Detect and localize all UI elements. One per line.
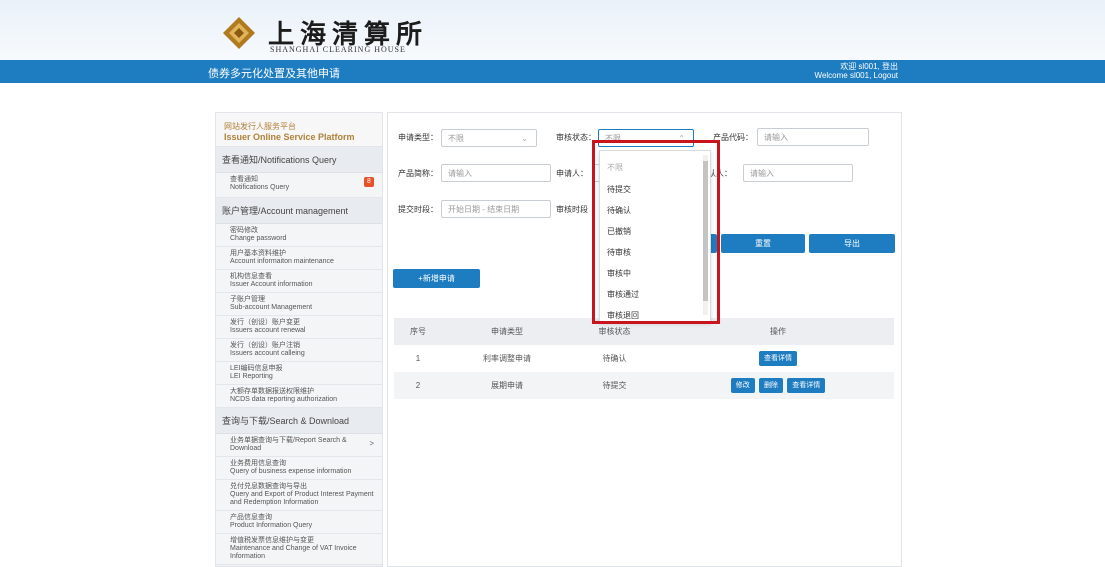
platform-title: 网站发行人服务平台 Issuer Online Service Platform xyxy=(216,113,382,147)
chevron-down-icon: ⌄ xyxy=(521,134,528,143)
col-header-no: 序号 xyxy=(410,327,426,336)
view-details-button[interactable]: 查看详情 xyxy=(787,378,826,394)
apply-table: 序号 申请类型 审核状态 操作 1 利率调整申请 待确认 查看详情 2 展期申请… xyxy=(394,318,894,399)
sidebar: 网站发行人服务平台 Issuer Online Service Platform… xyxy=(215,112,383,567)
sidebar-item-account-cancel[interactable]: 发行（创设）账户注销 Issuers account calleing xyxy=(216,339,382,362)
item-label-cn: 业务单据查询与下载/Report Search & xyxy=(230,437,347,444)
section-notifications[interactable]: 查看通知/Notifications Query xyxy=(216,147,382,173)
cell-no: 1 xyxy=(415,354,421,363)
item-label-en: Download xyxy=(230,445,262,452)
apply-type-label: 申请类型： xyxy=(398,133,438,142)
reset-button[interactable]: 重置 xyxy=(721,234,805,253)
delete-button[interactable]: 删除 xyxy=(759,378,783,394)
sidebar-item-expense-query[interactable]: 业务费用信息查询 Query of business expense infor… xyxy=(216,457,382,480)
applicant-label: 申请人： xyxy=(556,169,588,178)
item-label-en: Issuers account renewal xyxy=(230,327,306,334)
item-label-cn: LEI编码信息申报 xyxy=(230,365,283,372)
apply-type-value: 不限 xyxy=(448,134,464,143)
item-label-cn: 查看通知 xyxy=(230,176,258,183)
col-header-type: 申请类型 xyxy=(491,327,523,336)
diamond-logo-icon xyxy=(223,17,255,49)
item-label-en: Issuer Account information xyxy=(230,281,313,288)
item-label-cn: 产品信息查询 xyxy=(230,514,272,521)
section-search-download[interactable]: 查询与下载/Search & Download xyxy=(216,408,382,434)
item-label-cn: 机构信息查看 xyxy=(230,273,272,280)
submit-time-label: 提交时段： xyxy=(398,205,438,214)
product-short-input[interactable]: 请输入 xyxy=(441,164,551,182)
item-label-en: Query of business expense information xyxy=(230,468,352,475)
cell-status: 待确认 xyxy=(602,354,627,363)
item-label-cn: 用户基本资料维护 xyxy=(230,250,286,257)
item-label-cn: 发行（创设）账户变更 xyxy=(230,319,300,326)
cell-type: 展期申请 xyxy=(491,381,523,390)
edit-button[interactable]: 修改 xyxy=(730,378,755,394)
review-status-label: 审核状态： xyxy=(556,133,596,142)
sidebar-item-interest-export[interactable]: 兑付兑息数据查询与导出 Query and Export of Product … xyxy=(216,480,382,511)
product-short-label: 产品简称： xyxy=(398,169,438,178)
item-label-en: Issuers account calleing xyxy=(230,350,305,357)
item-label-cn: 密码修改 xyxy=(230,227,258,234)
apply-type-select[interactable]: 不限 ⌄ xyxy=(441,129,537,147)
item-label-en: Query and Export of Product Interest Pay… xyxy=(230,491,374,506)
item-label-en: Product Information Query xyxy=(230,522,313,529)
item-label-en: Account informaiton maintenance xyxy=(230,258,334,265)
item-label-cn: 子账户管理 xyxy=(230,296,265,303)
cell-no: 2 xyxy=(415,381,421,390)
item-label-cn: 大额存单数据报送权限维护 xyxy=(230,388,314,395)
product-code-input[interactable]: 请输入 xyxy=(757,128,869,146)
item-label-en: Notifications Query xyxy=(230,184,290,191)
chevron-right-icon: > xyxy=(369,439,374,448)
sidebar-item-ncds-auth[interactable]: 大额存单数据报送权限维护 NCDS data reporting authori… xyxy=(216,385,382,408)
user-info[interactable]: 欢迎 sl001, 登出 Welcome sl001, Logout xyxy=(815,62,898,80)
header-banner: 上海清算所 SHANGHAI CLEARING HOUSE xyxy=(0,0,1105,60)
item-label-cn: 增值税发票信息维护与变更 xyxy=(230,537,314,544)
sidebar-item-issuer-info[interactable]: 机构信息查看 Issuer Account information xyxy=(216,270,382,293)
sidebar-item-sub-account[interactable]: 子账户管理 Sub-account Management xyxy=(216,293,382,316)
view-details-button[interactable]: 查看详情 xyxy=(759,351,797,367)
review-time-label: 审核时段 xyxy=(556,205,588,214)
item-label-cn: 兑付兑息数据查询与导出 xyxy=(230,483,307,490)
logo-english-text: SHANGHAI CLEARING HOUSE xyxy=(270,45,406,54)
unread-count-badge: 8 xyxy=(364,177,374,187)
sidebar-item-notifications[interactable]: 查看通知 Notifications Query 8 xyxy=(216,173,382,198)
item-label-en: NCDS data reporting authorization xyxy=(230,396,338,403)
item-label-cn: 业务费用信息查询 xyxy=(230,460,286,467)
section-account[interactable]: 账户管理/Account management xyxy=(216,198,382,224)
cell-status: 待提交 xyxy=(602,381,627,390)
item-label-en: Maintenance and Change of VAT Invoice In… xyxy=(230,545,357,560)
sidebar-item-product-query[interactable]: 产品信息查询 Product Information Query xyxy=(216,511,382,534)
table-row: 1 利率调整申请 待确认 查看详情 xyxy=(394,345,894,372)
new-apply-button[interactable]: +新增申请 xyxy=(393,269,480,288)
welcome-cn[interactable]: 欢迎 sl001, 登出 xyxy=(815,62,898,71)
item-label-en: Change password xyxy=(230,235,287,242)
cell-type: 利率调整申请 xyxy=(483,354,531,363)
cell-actions: 修改 删除 查看详情 xyxy=(662,372,894,399)
submit-time-range-input[interactable]: 开始日期 - 结束日期 xyxy=(441,200,551,218)
sidebar-item-account-info[interactable]: 用户基本资料维护 Account informaiton maintenance xyxy=(216,247,382,270)
export-button[interactable]: 导出 xyxy=(809,234,895,253)
item-label-cn: 发行（创设）账户注销 xyxy=(230,342,300,349)
table-row: 2 展期申请 待提交 修改 删除 查看详情 xyxy=(394,372,894,399)
highlight-box xyxy=(592,140,720,324)
sidebar-item-report-search[interactable]: 业务单据查询与下载/Report Search & Download > xyxy=(216,434,382,457)
sidebar-item-vat-invoice[interactable]: 增值税发票信息维护与变更 Maintenance and Change of V… xyxy=(216,534,382,565)
title-bar: 债券多元化处置及其他申请 欢迎 sl001, 登出 Welcome sl001,… xyxy=(0,60,1105,83)
platform-title-cn: 网站发行人服务平台 xyxy=(224,122,296,131)
platform-title-en: Issuer Online Service Platform xyxy=(224,132,355,142)
welcome-en[interactable]: Welcome sl001, Logout xyxy=(815,71,898,80)
sidebar-item-change-password[interactable]: 密码修改 Change password xyxy=(216,224,382,247)
item-label-en: Sub-account Management xyxy=(230,304,313,311)
sidebar-item-lei-reporting[interactable]: LEI编码信息申报 LEI Reporting xyxy=(216,362,382,385)
page-title: 债券多元化处置及其他申请 xyxy=(208,68,340,80)
item-label-en: LEI Reporting xyxy=(230,373,273,380)
sidebar-item-account-renewal[interactable]: 发行（创设）账户变更 Issuers account renewal xyxy=(216,316,382,339)
confirmer-input[interactable]: 请输入 xyxy=(743,164,853,182)
cell-actions: 查看详情 xyxy=(662,345,894,372)
